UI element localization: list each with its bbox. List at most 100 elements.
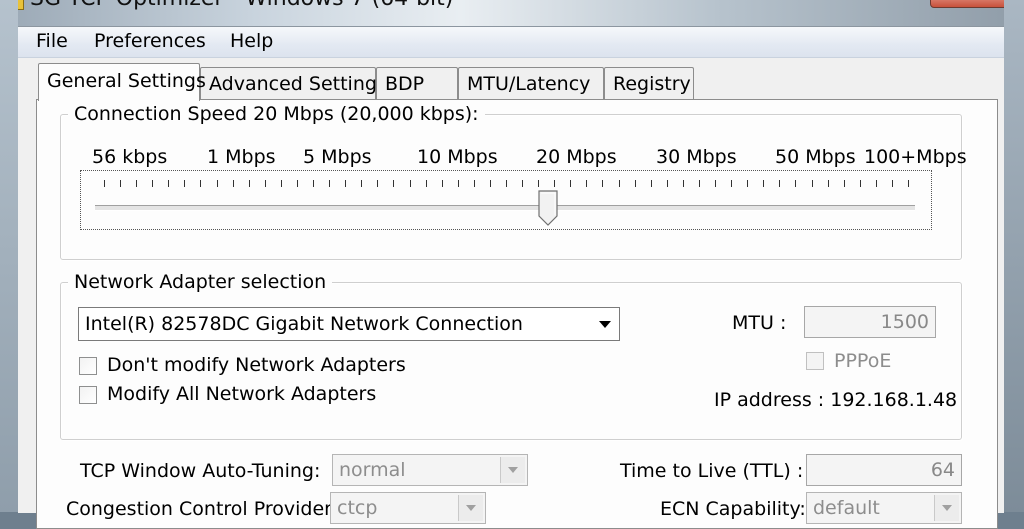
- slider-tick: [264, 180, 266, 187]
- ip-address-label: IP address : 192.168.1.48: [714, 389, 958, 411]
- slider-tick: [329, 180, 331, 187]
- slider-tick: [345, 180, 347, 187]
- ttl-label: Time to Live (TTL) :: [620, 460, 804, 482]
- pppoe-label: PPPoE: [834, 350, 892, 372]
- mtu-label: MTU :: [732, 312, 787, 334]
- slider-tick: [248, 180, 250, 187]
- speed-mark-1mbps: 1 Mbps: [207, 146, 276, 168]
- congestion-provider-label: Congestion Control Provider:: [66, 498, 339, 520]
- dont-modify-adapters-label: Don't modify Network Adapters: [107, 354, 406, 376]
- slider-tick: [698, 180, 700, 187]
- slider-tick: [827, 180, 829, 187]
- slider-tick: [473, 180, 475, 187]
- slider-tick: [586, 180, 588, 187]
- ttl-field[interactable]: 64: [806, 454, 962, 486]
- speed-mark-30mbps: 30 Mbps: [656, 146, 737, 168]
- adapter-select-value: Intel(R) 82578DC Gigabit Network Connect…: [85, 313, 523, 335]
- dont-modify-adapters-checkbox[interactable]: [79, 357, 97, 375]
- menu-file[interactable]: File: [30, 29, 74, 53]
- pppoe-checkbox[interactable]: [806, 352, 824, 370]
- slider-tick: [763, 180, 765, 187]
- chevron-down-icon: [934, 495, 959, 521]
- slider-tick: [425, 180, 427, 187]
- slider-tick: [715, 180, 717, 187]
- slider-tick: [522, 180, 524, 187]
- slider-tick: [232, 180, 234, 187]
- slider-tick: [489, 180, 491, 187]
- mtu-field[interactable]: 1500: [804, 306, 936, 338]
- ecn-select[interactable]: default: [806, 492, 962, 524]
- ecn-select-value: default: [813, 497, 880, 519]
- slider-tick: [650, 180, 652, 187]
- speed-mark-56kbps: 56 kbps: [92, 146, 168, 168]
- chevron-down-icon: [458, 495, 483, 521]
- slider-tick: [747, 180, 749, 187]
- slider-tick: [666, 180, 668, 187]
- slider-tick: [280, 180, 282, 187]
- slider-tick: [377, 180, 379, 187]
- window-frame-right: [1004, 0, 1024, 512]
- slider-tick: [570, 180, 572, 187]
- adapter-select[interactable]: Intel(R) 82578DC Gigabit Network Connect…: [78, 307, 620, 341]
- speed-mark-50mbps: 50 Mbps: [775, 146, 856, 168]
- slider-tick: [136, 180, 138, 187]
- slider-tick: [216, 180, 218, 187]
- window-title: SG TCP Optimizer - Windows 7 (64-bit): [30, 0, 453, 11]
- slider-tick: [634, 180, 636, 187]
- slider-tick: [393, 180, 395, 187]
- connection-speed-caption: Connection Speed 20 Mbps (20,000 kbps):: [68, 103, 485, 125]
- slider-tick: [731, 180, 733, 187]
- slider-tick: [506, 180, 507, 187]
- slider-tick: [554, 180, 556, 187]
- slider-tick: [618, 180, 620, 187]
- window-frame-left: [0, 0, 18, 512]
- slider-tick: [152, 180, 154, 187]
- slider-tick: [779, 180, 781, 187]
- tab-bdp[interactable]: BDP: [376, 67, 458, 99]
- slider-tick: [168, 180, 170, 187]
- congestion-provider-select[interactable]: ctcp: [330, 492, 486, 524]
- modify-all-adapters-checkbox[interactable]: [79, 386, 97, 404]
- menu-preferences[interactable]: Preferences: [88, 29, 212, 53]
- chevron-down-icon: [593, 310, 617, 338]
- speed-slider-thumb[interactable]: [538, 190, 558, 226]
- speed-mark-100mbps: 100+Mbps: [864, 146, 967, 168]
- congestion-provider-value: ctcp: [337, 497, 378, 519]
- speed-slider-focus-box: [80, 170, 932, 230]
- slider-tick: [409, 180, 411, 187]
- close-button[interactable]: [930, 0, 1012, 8]
- slider-tick: [104, 180, 105, 187]
- tab-registry[interactable]: Registry: [604, 67, 694, 99]
- autotuning-select[interactable]: normal: [332, 454, 528, 486]
- ecn-label: ECN Capability:: [660, 498, 806, 520]
- autotuning-label: TCP Window Auto-Tuning:: [80, 460, 321, 482]
- slider-tick: [361, 180, 363, 187]
- slider-tick: [908, 180, 909, 187]
- speed-slider-track[interactable]: [95, 205, 915, 211]
- slider-tick: [843, 180, 845, 187]
- speed-mark-5mbps: 5 Mbps: [303, 146, 372, 168]
- speed-mark-10mbps: 10 Mbps: [417, 146, 498, 168]
- slider-tick: [891, 180, 893, 187]
- slider-tick: [184, 180, 186, 187]
- title-bar: SG TCP Optimizer - Windows 7 (64-bit): [0, 0, 1024, 26]
- slider-tick: [441, 180, 443, 187]
- slider-tick: [859, 180, 861, 187]
- slider-tick: [457, 180, 459, 187]
- tab-mtu-latency[interactable]: MTU/Latency: [458, 67, 604, 99]
- slider-tick: [682, 180, 684, 187]
- slider-tick: [811, 180, 813, 187]
- tab-advanced-settings[interactable]: Advanced Settings: [200, 67, 387, 99]
- slider-tick: [538, 180, 540, 187]
- network-adapter-caption: Network Adapter selection: [68, 271, 333, 293]
- slider-tick: [200, 180, 202, 187]
- menu-help[interactable]: Help: [224, 29, 279, 53]
- slider-tick: [313, 180, 315, 187]
- slider-tick: [795, 180, 797, 187]
- slider-tick: [602, 180, 604, 187]
- autotuning-select-value: normal: [339, 459, 406, 481]
- tab-general-settings[interactable]: General Settings: [38, 63, 206, 101]
- chevron-down-icon: [500, 457, 525, 483]
- slider-tick: [875, 180, 877, 187]
- slider-tick: [120, 180, 122, 187]
